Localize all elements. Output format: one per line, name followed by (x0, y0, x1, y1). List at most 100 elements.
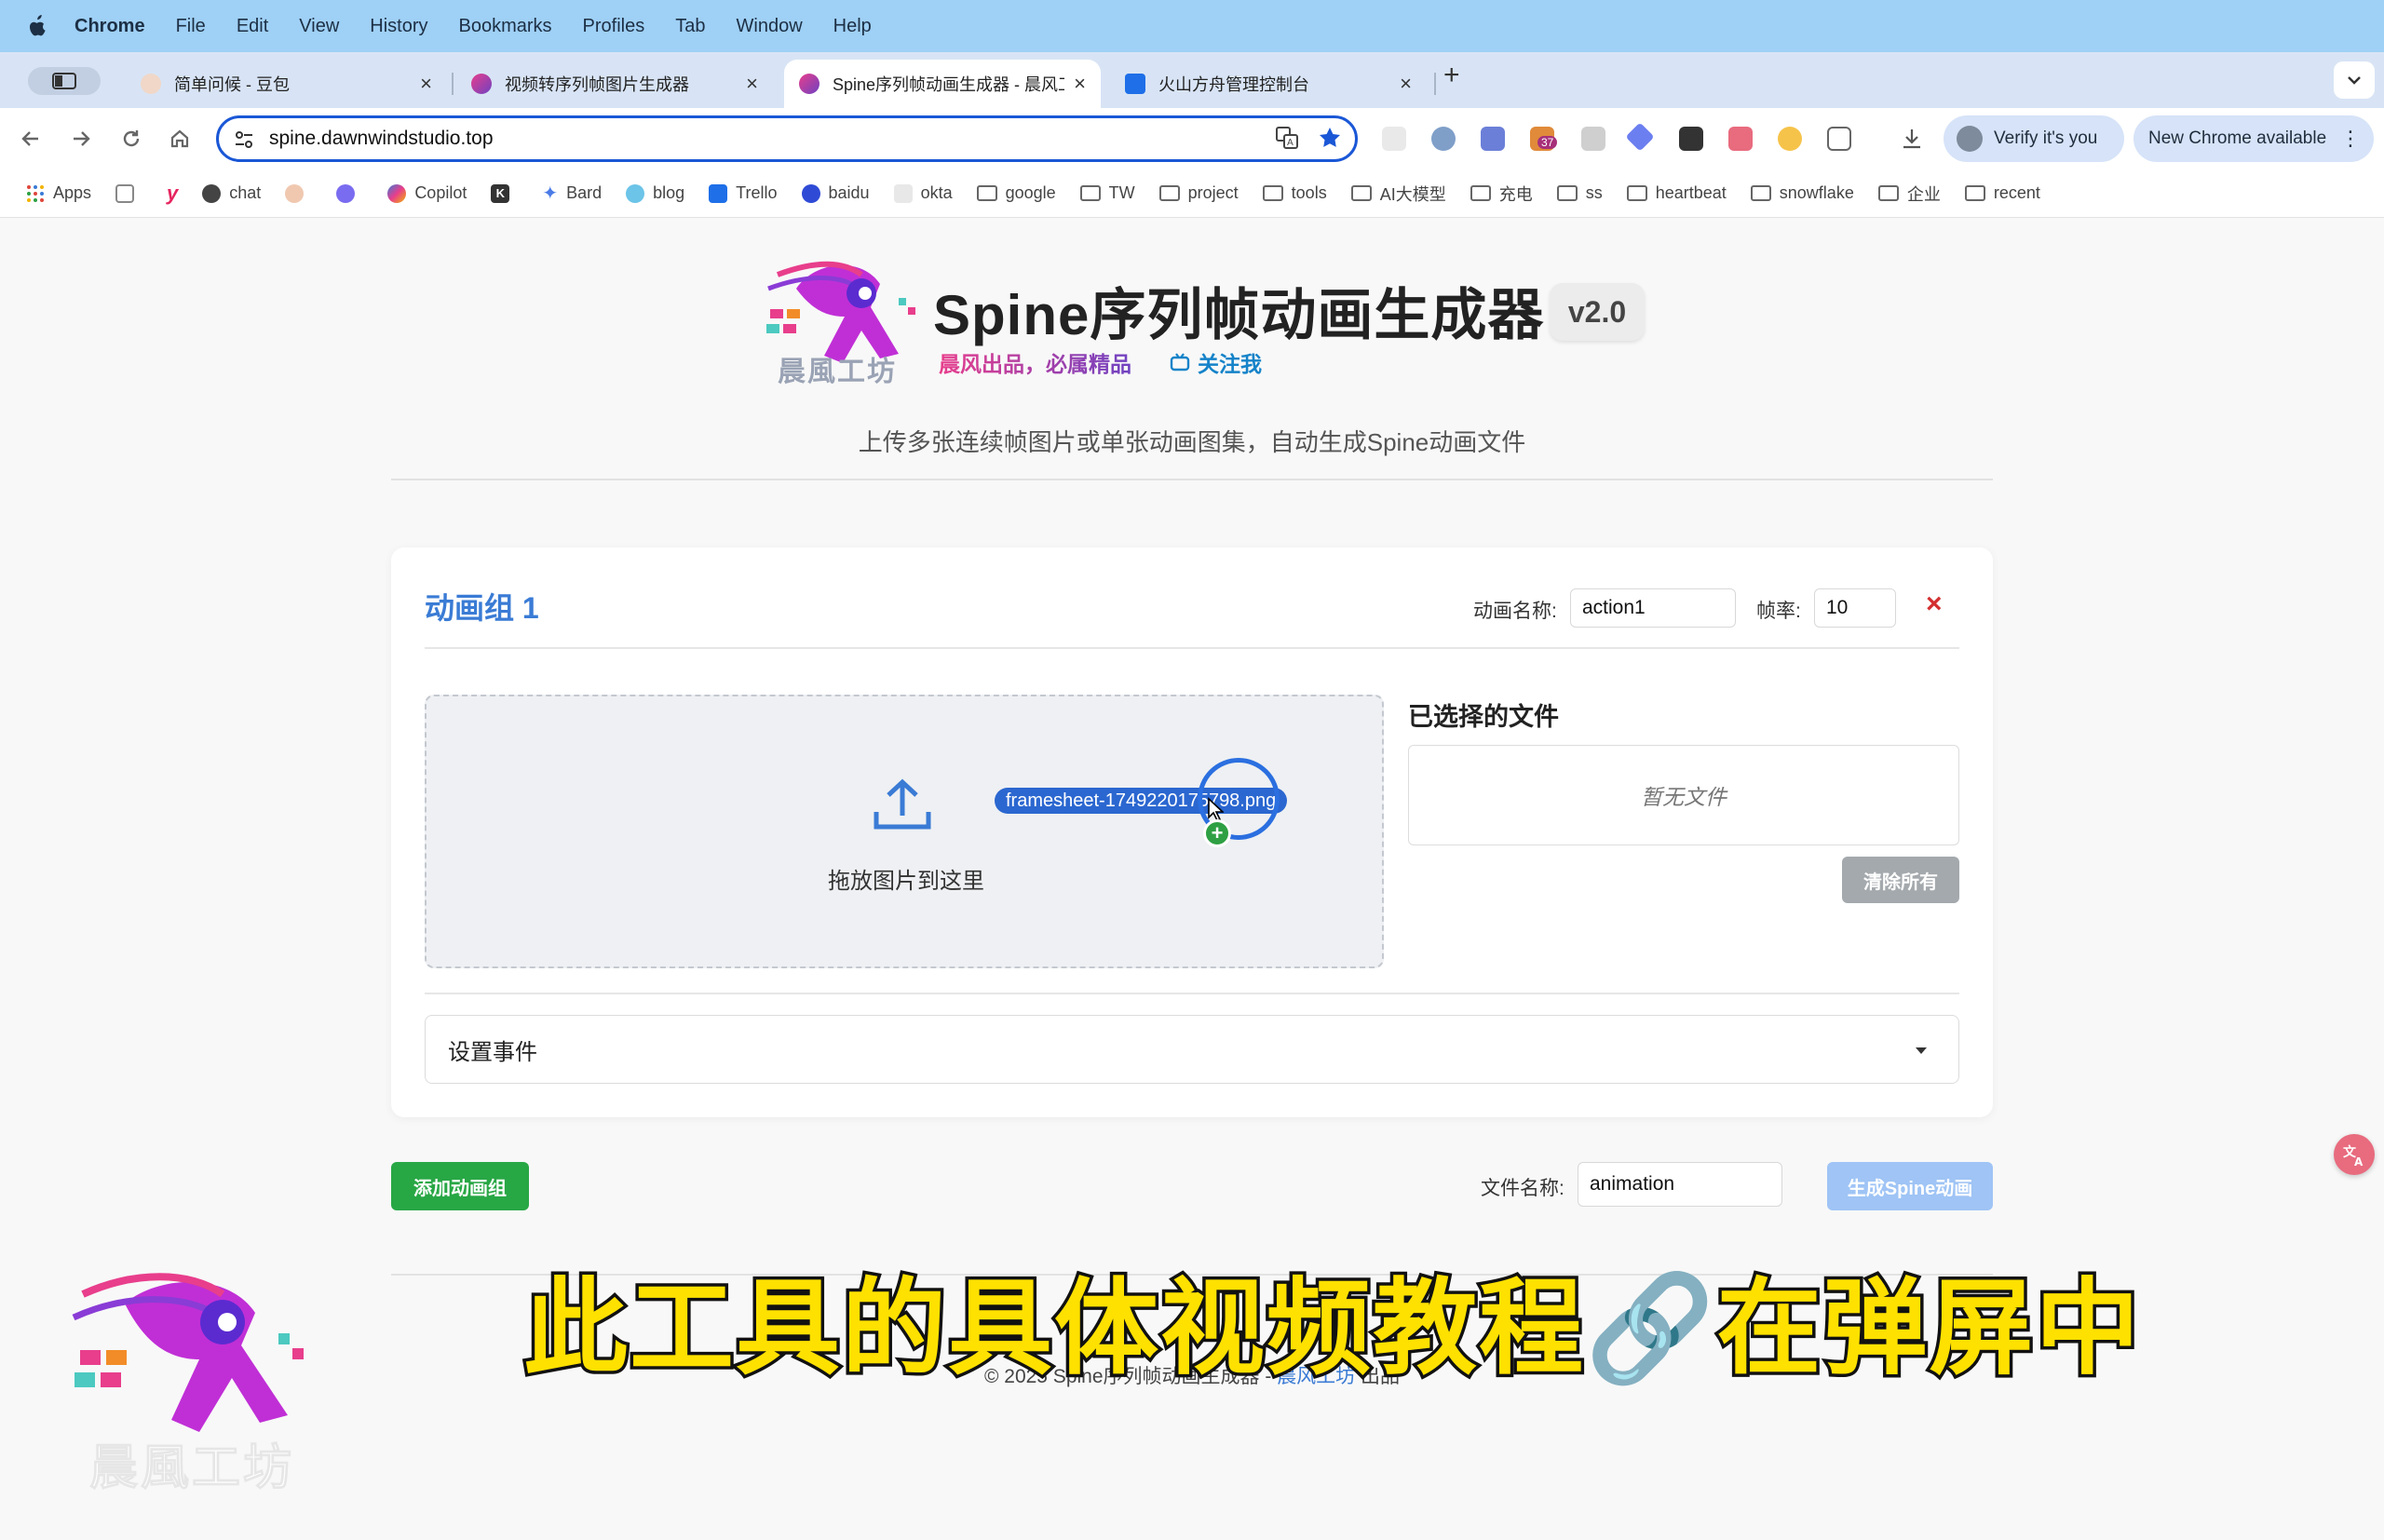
badge-extension-icon[interactable]: 37 (1530, 127, 1558, 151)
bookmark-avatar[interactable] (285, 183, 312, 203)
bookmark-chat[interactable]: chat (202, 183, 261, 203)
close-tab-icon[interactable]: × (420, 72, 432, 96)
folder-icon (1750, 185, 1771, 201)
tab-groups-button[interactable] (28, 67, 101, 95)
macos-menubar: Chrome File Edit View History Bookmarks … (0, 0, 2384, 52)
menu-edit[interactable]: Edit (237, 16, 268, 37)
site-settings-icon[interactable] (234, 129, 254, 150)
bookmark-blog[interactable]: blog (626, 183, 684, 203)
tab-search-button[interactable] (2334, 61, 2375, 99)
bookmark-k[interactable]: K (491, 183, 518, 203)
add-animation-group-button[interactable]: 添加动画组 (391, 1162, 529, 1210)
bookmark-folder-heartbeat[interactable]: heartbeat (1626, 183, 1727, 203)
bookmark-okta[interactable]: okta (893, 183, 953, 203)
diamond-extension-icon[interactable] (1625, 122, 1655, 152)
menu-file[interactable]: File (176, 16, 206, 37)
bookmark-site2[interactable] (336, 183, 363, 203)
translate-float-button[interactable]: 文A (2334, 1134, 2375, 1175)
bookmark-bard[interactable]: ✦ Bard (542, 182, 602, 205)
qr-extension-icon[interactable] (1382, 127, 1406, 151)
filename-input[interactable]: animation (1578, 1162, 1782, 1207)
page-subtitle: 上传多张连续帧图片或单张动画图集，自动生成Spine动画文件 (858, 428, 1526, 456)
delete-group-icon[interactable]: × (1926, 588, 1943, 620)
close-tab-icon[interactable]: × (1074, 72, 1086, 96)
bookmark-label: ss (1585, 183, 1603, 202)
bookmark-grid[interactable] (115, 183, 142, 203)
more-menu-icon[interactable]: ⋮ (2340, 127, 2361, 151)
image-drop-zone[interactable]: 拖放图片到这里 framesheet-1749220175798.png + (425, 695, 1384, 968)
grid-extension-icon[interactable] (1481, 127, 1505, 151)
bookmark-trello[interactable]: Trello (709, 183, 778, 203)
file-list: 暂无文件 (1408, 745, 1959, 845)
bookmark-folder-google[interactable]: google (976, 183, 1056, 203)
url-text: spine.dawnwindstudio.top (269, 128, 494, 149)
follow-link[interactable]: 关注我 (1170, 346, 1262, 378)
bookmark-folder-tools[interactable]: tools (1262, 183, 1327, 203)
sparkle-icon: ✦ (542, 183, 559, 204)
bookmark-apps[interactable]: Apps (26, 183, 91, 203)
bookmark-folder-charge[interactable]: 充电 (1470, 182, 1533, 206)
reload-button[interactable] (115, 123, 147, 155)
menu-history[interactable]: History (370, 16, 427, 37)
verify-profile-button[interactable]: Verify it's you (1944, 115, 2124, 162)
menu-profiles[interactable]: Profiles (583, 16, 645, 37)
generate-spine-button[interactable]: 生成Spine动画 (1827, 1162, 1993, 1210)
bookmark-label: chat (229, 183, 262, 202)
bookmark-folder-ss[interactable]: ss (1556, 183, 1603, 203)
menu-chrome[interactable]: Chrome (74, 16, 145, 37)
back-button[interactable] (15, 123, 47, 155)
bookmark-folder-recent[interactable]: recent (1964, 183, 2040, 203)
camera-extension-icon[interactable] (1581, 127, 1605, 151)
divider (391, 479, 1993, 480)
bookmark-folder-snowflake[interactable]: snowflake (1750, 183, 1854, 203)
folder-icon (1079, 185, 1101, 201)
download-icon (1903, 129, 1920, 149)
close-tab-icon[interactable]: × (1400, 72, 1412, 96)
menu-tab[interactable]: Tab (675, 16, 705, 37)
bookmark-baidu[interactable]: baidu (801, 183, 870, 203)
new-tab-button[interactable]: + (1443, 60, 1460, 91)
swirl-icon (336, 183, 356, 203)
tab-title: Spine序列帧动画生成器 - 晨风工 (833, 75, 1065, 94)
clear-all-button[interactable]: 清除所有 (1842, 857, 1959, 903)
clip-extension-icon[interactable] (1679, 127, 1703, 151)
bookmark-label: Apps (53, 183, 92, 202)
address-bar[interactable]: spine.dawnwindstudio.top A (216, 115, 1358, 162)
menu-bookmarks[interactable]: Bookmarks (459, 16, 552, 37)
apple-icon[interactable] (26, 14, 47, 38)
tab-doubao[interactable]: 简单问候 - 豆包 × (126, 60, 447, 108)
bookmark-folder-enterprise[interactable]: 企业 (1877, 182, 1941, 206)
forward-button[interactable] (65, 123, 97, 155)
bookmark-folder-project[interactable]: project (1158, 183, 1239, 203)
menu-help[interactable]: Help (833, 16, 872, 37)
translate-icon[interactable]: A (1275, 126, 1299, 150)
menu-view[interactable]: View (299, 16, 339, 37)
bookmark-label: AI大模型 (1379, 184, 1446, 204)
fps-input[interactable]: 10 (1814, 588, 1896, 628)
studio-favicon-icon (799, 74, 820, 94)
tab-volcano-ark[interactable]: 火山方舟管理控制台 × (1110, 60, 1427, 108)
card-divider (425, 993, 1959, 994)
bookmark-folder-tw[interactable]: TW (1079, 183, 1135, 203)
animation-name-input[interactable]: action1 (1570, 588, 1736, 628)
menu-window[interactable]: Window (737, 16, 803, 37)
translate-extension-icon[interactable] (1728, 127, 1753, 151)
bookmark-copilot[interactable]: Copilot (387, 183, 467, 203)
puzzle-extensions-icon[interactable] (1827, 127, 1851, 151)
tab-video-to-frames[interactable]: 视频转序列帧图片生成器 × (456, 60, 773, 108)
bookmark-label: recent (1993, 183, 2040, 202)
new-chrome-available-button[interactable]: New Chrome available ⋮ (2133, 115, 2374, 162)
compass-extension-icon[interactable] (1431, 127, 1456, 151)
omnibox-actions: A (1275, 126, 1342, 150)
close-tab-icon[interactable]: × (746, 72, 758, 96)
home-button[interactable] (164, 123, 196, 155)
spark-extension-icon[interactable] (1778, 127, 1802, 151)
events-dropdown[interactable]: 设置事件 (425, 1015, 1959, 1084)
bookmark-folder-ai[interactable]: AI大模型 (1350, 182, 1446, 206)
tab-spine-generator[interactable]: Spine序列帧动画生成器 - 晨风工 × (784, 60, 1101, 108)
y-logo-icon: y (167, 181, 179, 205)
bookmark-label: 企业 (1906, 184, 1941, 204)
bookmark-star-icon[interactable] (1318, 126, 1342, 150)
download-button[interactable] (1900, 127, 1924, 151)
bookmark-y[interactable]: y (167, 182, 178, 206)
